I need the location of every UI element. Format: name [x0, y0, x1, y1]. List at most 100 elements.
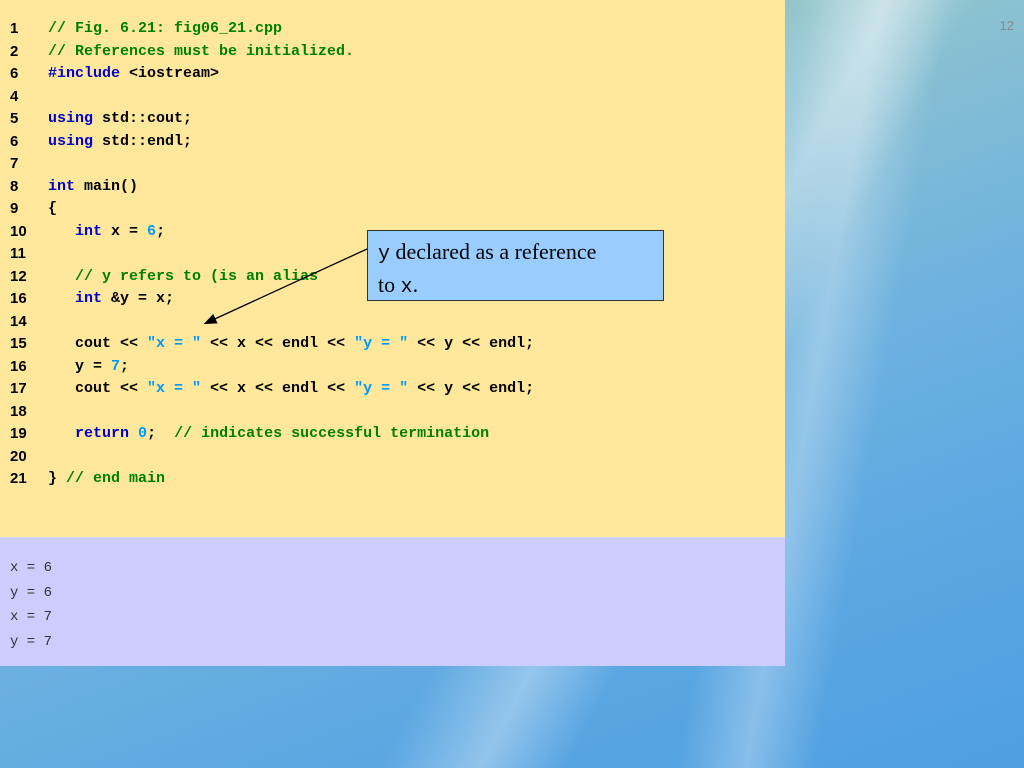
code-token: cout <<: [48, 380, 148, 397]
code-token: <iostream>: [120, 65, 220, 82]
code-text: using std::cout;: [48, 108, 192, 130]
code-token: using: [48, 132, 94, 150]
code-token: "y = ": [354, 380, 409, 397]
line-number: 12: [10, 267, 27, 285]
code-text: int x = 6;: [48, 221, 165, 243]
callout-var-y: y: [378, 243, 391, 266]
callout-var-x: x: [400, 276, 413, 299]
line-number: 19: [10, 425, 27, 442]
code-line: 21 } // end main: [0, 468, 780, 490]
line-number: 16: [10, 357, 27, 375]
code-token: main(): [75, 177, 139, 195]
output-line: y = 6: [10, 584, 53, 601]
code-text: cout << "x = " << x << endl << "y = " <<…: [48, 378, 534, 400]
code-token: // Fig. 6.21: fig06_21.cpp: [48, 20, 283, 37]
code-line: 8 int main(): [0, 176, 780, 198]
code-token: "y = ": [354, 335, 409, 352]
code-token: return: [75, 425, 130, 442]
code-token: int: [48, 177, 76, 195]
code-line: 5 using std::cout;: [0, 108, 780, 130]
code-line: 19 return 0; // indicates successful ter…: [0, 423, 780, 445]
line-number: 6: [10, 65, 19, 82]
code-token: // indicates successful termination: [174, 425, 490, 442]
code-text: // Fig. 6.21: fig06_21.cpp: [48, 18, 282, 40]
callout-box: y declared as a reference to x.: [367, 230, 664, 301]
code-token: << x << endl <<: [201, 335, 355, 352]
output-line: x = 6: [10, 560, 53, 576]
line-number: 2: [10, 42, 19, 60]
code-token: {: [48, 200, 58, 217]
code-token: cout <<: [48, 335, 148, 352]
code-text: int &y = x;: [48, 288, 174, 310]
code-line: 18: [0, 401, 780, 423]
line-number: 17: [10, 380, 27, 397]
code-token: 0: [138, 425, 148, 442]
callout-text-2: to: [378, 272, 401, 297]
callout-text-1: declared as a reference: [390, 239, 597, 264]
code-line: 14: [0, 311, 780, 333]
line-number: 6: [10, 132, 19, 150]
code-text: y = 7;: [48, 356, 129, 378]
code-line: 16 y = 7;: [0, 356, 780, 378]
code-text: // y refers to (is an alias: [48, 266, 318, 288]
code-token: << x << endl <<: [201, 380, 355, 397]
code-token: ;: [147, 425, 175, 442]
code-text: // References must be initialized.: [48, 41, 354, 63]
code-token: &y = x;: [102, 290, 175, 307]
code-token: int: [75, 290, 103, 307]
code-token: 7: [111, 357, 121, 375]
line-number: 16: [10, 290, 27, 307]
line-number: 9: [10, 200, 19, 217]
line-number: 4: [10, 87, 19, 105]
code-text: cout << "x = " << x << endl << "y = " <<…: [48, 333, 534, 355]
line-number: 18: [10, 402, 27, 420]
code-text: {: [48, 198, 57, 220]
code-line: 17 cout << "x = " << x << endl << "y = "…: [0, 378, 780, 400]
code-token: ;: [120, 357, 130, 375]
code-line: 15 cout << "x = " << x << endl << "y = "…: [0, 333, 780, 355]
output-line: x = 7: [10, 609, 53, 625]
code-token: // References must be initialized.: [48, 42, 355, 60]
code-token: x =: [102, 222, 148, 240]
code-text: int main(): [48, 176, 138, 198]
callout-text-3: .: [412, 272, 419, 297]
line-number: 7: [10, 155, 19, 172]
code-text: return 0; // indicates successful termin…: [48, 423, 489, 445]
code-text: } // end main: [48, 468, 165, 490]
code-token: std::endl;: [93, 132, 193, 150]
code-token: << y << endl;: [408, 380, 535, 397]
code-token: "x = ": [147, 335, 202, 352]
code-token: ;: [156, 222, 166, 240]
code-line: 4: [0, 86, 780, 108]
code-token: // y refers to (is an alias: [75, 267, 319, 285]
line-number: 14: [10, 312, 27, 330]
slide-number: 12: [999, 18, 1014, 33]
code-token: std::cout;: [93, 110, 193, 127]
line-number: 1: [10, 20, 19, 37]
line-number: 20: [10, 447, 27, 465]
line-number: 10: [10, 222, 27, 240]
code-line: 7: [0, 153, 780, 175]
line-number: 5: [10, 110, 19, 127]
code-token: "x = ": [147, 380, 202, 397]
output-line: y = 7: [10, 633, 53, 650]
line-number: 11: [10, 245, 26, 262]
code-token: using: [48, 110, 94, 127]
code-line: 20: [0, 446, 780, 468]
code-token: << y << endl;: [408, 335, 535, 352]
code-text: using std::endl;: [48, 131, 192, 153]
code-line: 6 #include <iostream>: [0, 63, 780, 85]
line-number: 21: [10, 470, 27, 487]
code-line: 2 // References must be initialized.: [0, 41, 780, 63]
code-line: 9{: [0, 198, 780, 220]
output-panel: x = 6 y = 6 x = 7 y = 7: [0, 537, 785, 666]
code-token: 6: [147, 222, 157, 240]
code-token: y =: [48, 357, 112, 375]
code-token: #include: [48, 65, 121, 82]
code-token: int: [75, 222, 103, 240]
line-number: 15: [10, 335, 27, 352]
